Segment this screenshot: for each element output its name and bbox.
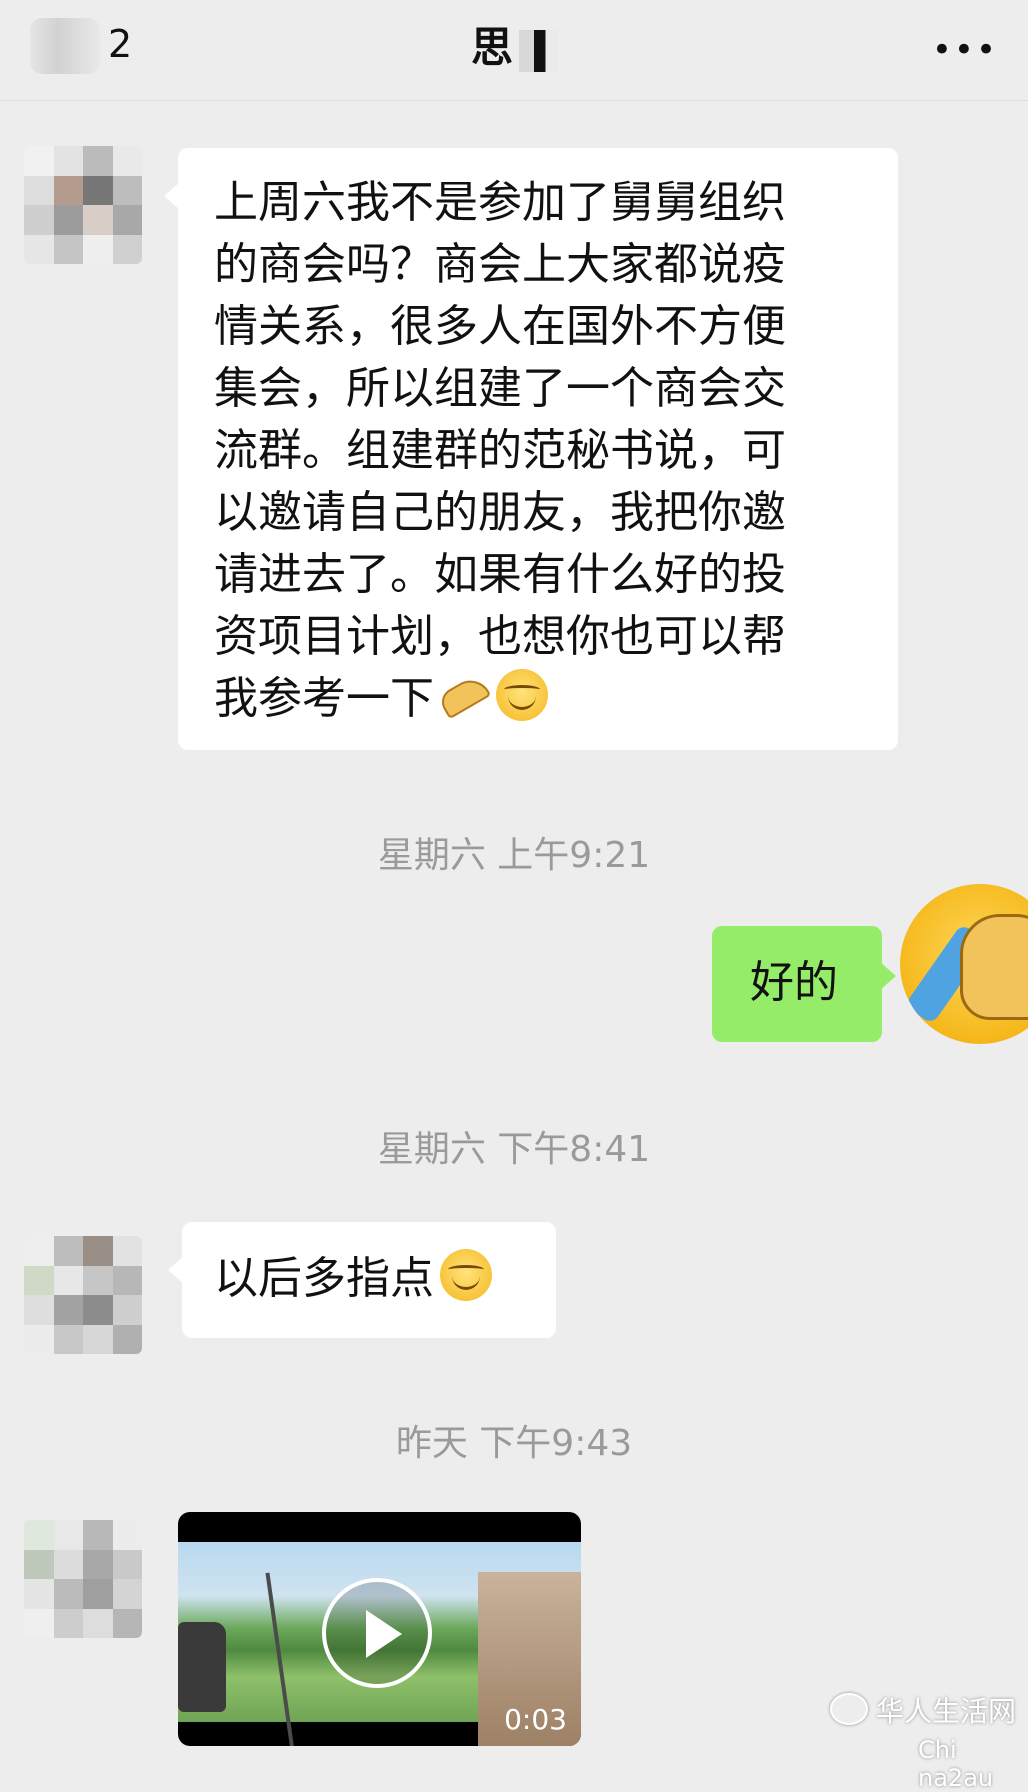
my-message-text: 好的 (750, 957, 838, 1008)
chat-header: 2 思 ••• (0, 0, 1028, 101)
my-avatar[interactable] (900, 884, 1028, 1044)
timestamp: 星期六 上午9:21 (377, 835, 651, 876)
video-duration: 0:03 (504, 1703, 567, 1736)
pray-emoji-icon (434, 669, 490, 721)
message-bubble[interactable]: 以后多指点 (168, 1222, 556, 1338)
timestamp: 昨天 下午9:43 (395, 1423, 633, 1464)
video-message[interactable]: 0:03 (178, 1512, 581, 1746)
message-bubble[interactable]: 上周六我不是参加了舅舅组织 的商会吗？商会上大家都说疫 情关系，很多人在国外不方… (164, 148, 898, 750)
play-icon[interactable] (322, 1578, 432, 1688)
more-dots-icon[interactable]: ••• (932, 30, 998, 70)
watermark: 华人生活网 (830, 1690, 1016, 1730)
wechat-icon (830, 1693, 868, 1725)
smile-emoji-icon (440, 1249, 492, 1301)
car-shape (178, 1622, 226, 1712)
chat-title: 思 (0, 14, 1028, 75)
hand-shape (960, 914, 1028, 1020)
timestamp: 星期六 下午8:41 (377, 1129, 651, 1170)
chat-title-text: 思 (470, 23, 515, 72)
watermark-sub: Chi na2au (918, 1736, 994, 1792)
title-blur (519, 29, 557, 72)
smile-emoji-icon (496, 669, 548, 721)
my-message-bubble[interactable]: 好的 (712, 926, 896, 1042)
message-text: 以后多指点 (214, 1253, 434, 1304)
pole-shape (265, 1572, 295, 1746)
watermark-name: 华人生活网 (876, 1695, 1017, 1728)
avatar[interactable] (24, 1236, 142, 1354)
message-text: 上周六我不是参加了舅舅组织 的商会吗？商会上大家都说疫 情关系，很多人在国外不方… (214, 177, 786, 724)
avatar[interactable] (24, 1520, 142, 1638)
avatar[interactable] (24, 146, 142, 264)
